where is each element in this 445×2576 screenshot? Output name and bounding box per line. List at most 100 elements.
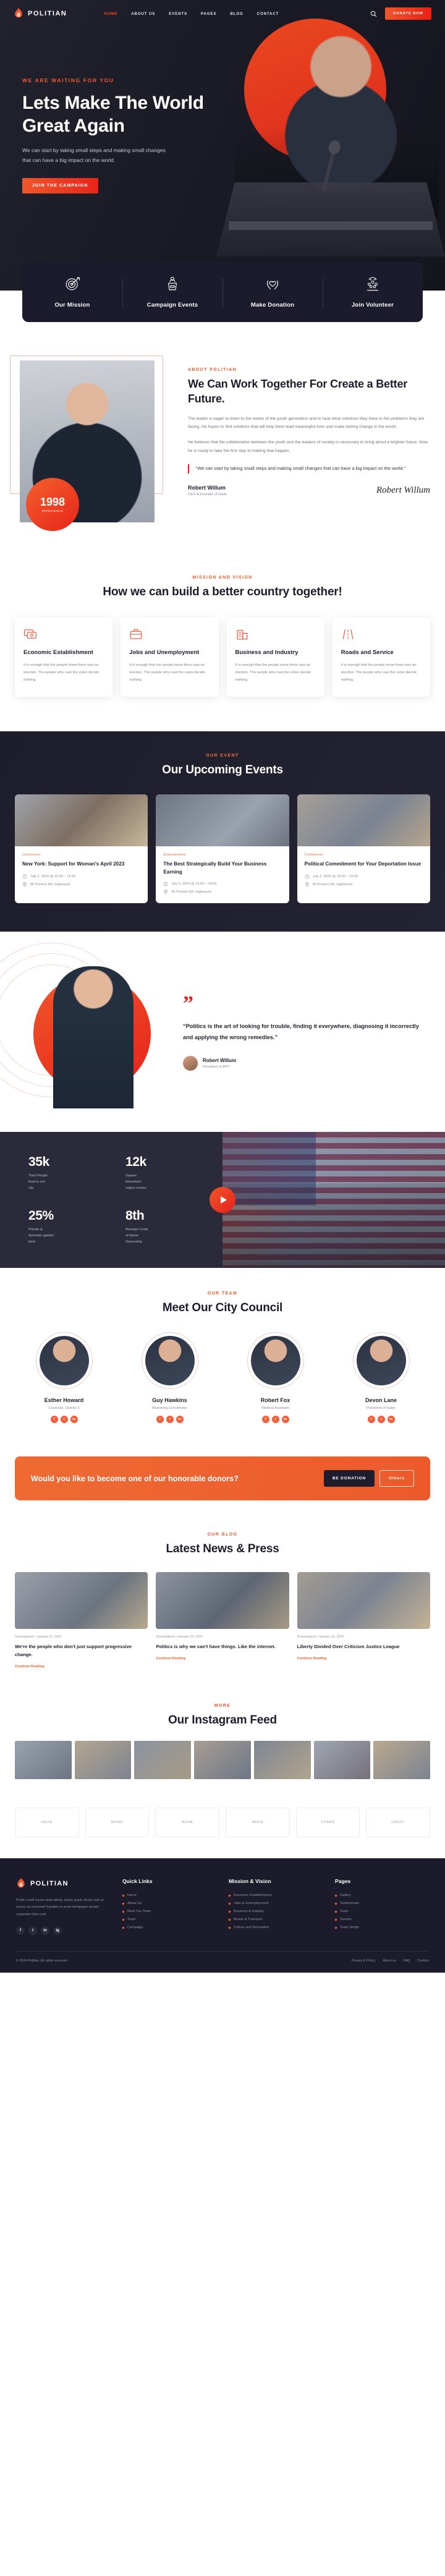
facebook-icon[interactable]: f [50,1416,58,1424]
mission-card[interactable]: Business and Industry It is enough that … [226,618,324,697]
continue-reading-link[interactable]: Continue Reading [156,1657,185,1660]
stat-label: Average Costs of Home Ownership [125,1228,148,1244]
nav-item-home[interactable]: HOME [104,12,117,16]
member-role: Medical Assistant [261,1406,289,1411]
footer-link[interactable]: Meet Our Team [122,1908,216,1916]
blog-post[interactable]: Screenplanet • January 10, 2024 Politics… [156,1572,289,1670]
instagram-tile[interactable] [313,1741,371,1780]
about-author: Robert Willum CEO & Founder of Hank [188,485,227,496]
twitter-icon[interactable]: t [28,1926,37,1936]
footer-link-label: Testimonials [340,1902,359,1905]
team-member[interactable]: Devon Lane President of Sales f t in [332,1332,430,1424]
brand-logo-item: CYBER [295,1808,360,1838]
quicklink-our-mission[interactable]: Our Mission [22,276,122,310]
mission-card-title: Jobs and Unemployment [129,649,200,656]
twitter-icon[interactable]: t [377,1416,385,1424]
money-card-icon [24,629,36,639]
brand-logos: HEXA MONO NOVA ARCH CYBER CREST [0,1798,445,1858]
footer-link-label: Economic Establishment [234,1894,272,1898]
instagram-tile[interactable] [373,1741,431,1780]
event-card[interactable]: Conference New York: Support for Woman's… [15,794,148,904]
facebook-icon[interactable]: f [367,1416,375,1424]
team-member[interactable]: Guy Hawkins Marketing Coordinator f t in [121,1332,219,1424]
quicklink-campaign-events[interactable]: Campaign Events [122,276,222,310]
donate-now-button[interactable]: DONATE NOW [385,7,431,20]
footer-link[interactable]: Business & Industry [228,1908,323,1916]
continue-reading-link[interactable]: Continue Reading [15,1665,44,1668]
quicklink-join-volunteer[interactable]: Join Volunteer [323,276,423,310]
event-location-row: 85 Preston Rd. Inglewood [305,882,423,887]
continue-reading-link[interactable]: Continue Reading [297,1657,327,1660]
instagram-tile[interactable] [253,1741,311,1780]
facebook-icon[interactable]: f [16,1926,25,1936]
footer-link[interactable]: Team [122,1916,216,1924]
footer-bottom-link[interactable]: About us [383,1959,396,1963]
event-image [297,794,430,846]
linkedin-icon[interactable]: in [41,1926,49,1936]
nav-item-about-us[interactable]: ABOUT US [131,12,155,16]
be-donation-button[interactable]: BE DONATION [323,1470,375,1487]
linkedin-icon[interactable]: in [281,1416,289,1424]
donate-cta: Would you like to become one of our hono… [15,1456,430,1501]
twitter-icon[interactable]: t [60,1416,68,1424]
quicklink-make-donation[interactable]: Make Donation [222,276,323,310]
event-card[interactable]: Conference Political Commitment for Your… [297,794,430,904]
footer-link[interactable]: Team [334,1908,429,1916]
footer-link[interactable]: Jobs & Unemployment [228,1900,323,1908]
instagram-tile[interactable] [74,1741,132,1780]
hero-title: Lets Make The World Great Again [22,93,204,136]
blog-post[interactable]: Screenplanet • January 10, 2024 Liberty … [297,1572,430,1670]
stat-number: 35k [28,1154,49,1169]
instagram-icon[interactable]: ig [53,1926,62,1936]
event-card[interactable]: Entertainment The Best Strategically Bui… [156,794,289,904]
footer-link[interactable]: Gallery [334,1892,429,1900]
footer-bottom-link[interactable]: FAQ [404,1959,410,1963]
search-icon[interactable] [370,11,377,17]
linkedin-icon[interactable]: in [387,1416,395,1424]
bullet-icon [228,1894,231,1897]
facebook-icon[interactable]: f [156,1416,164,1424]
linkedin-icon[interactable]: in [70,1416,78,1424]
mission-card[interactable]: Jobs and Unemployment It is enough that … [121,618,219,697]
linkedin-icon[interactable]: in [176,1416,184,1424]
footer-link[interactable]: Campaign [122,1924,216,1932]
mission-card[interactable]: Roads and Service It is enough that the … [332,618,430,697]
stats-list: 35k Total People lived in out city 12k S… [0,1132,222,1269]
stat-item: 8th Average Costs of Home Ownership [125,1200,222,1254]
instagram-heading: Our Instagram Feed [168,1714,277,1727]
instagram-tile[interactable] [15,1741,72,1780]
avatar [39,1336,89,1386]
mission-card-title: Roads and Service [341,649,394,656]
instagram-tile[interactable] [134,1741,192,1780]
footer-logo[interactable]: POLITIAN [16,1878,110,1889]
footer-link[interactable]: Roads & Transport [228,1916,323,1924]
footer-link[interactable]: Home [122,1892,216,1900]
brand-logo-item: ARCH [226,1808,290,1838]
footer-link[interactable]: Culture and Recreation [228,1924,323,1932]
others-button[interactable]: Others [379,1470,414,1487]
quote-mark-icon: ” [183,992,193,1016]
nav-item-blog[interactable]: BLOG [230,12,243,16]
blog-post[interactable]: Screenplanet • January 10, 2024 We're th… [15,1572,148,1670]
brand-logo[interactable]: POLITIAN [14,8,67,19]
bullet-icon [228,1902,231,1905]
nav-item-contact[interactable]: CONTACT [257,12,279,16]
instagram-tile[interactable] [194,1741,251,1780]
footer-link[interactable]: About Us [122,1900,216,1908]
twitter-icon[interactable]: t [166,1416,174,1424]
footer-link[interactable]: Service [334,1916,429,1924]
join-campaign-button[interactable]: JOIN THE CAMPAIGN [22,177,98,193]
footer-link[interactable]: Testimonials [334,1900,429,1908]
twitter-icon[interactable]: t [271,1416,279,1424]
nav-item-pages[interactable]: PAGES [201,12,216,16]
team-member[interactable]: Esther Howard Councilor, District 3 f t … [15,1332,113,1424]
footer-bottom-link[interactable]: Contact [417,1959,429,1963]
footer-link[interactable]: Economic Establishment [228,1892,323,1900]
team-member[interactable]: Robert Fox Medical Assistant f t in [226,1332,324,1424]
nav-item-events[interactable]: EVENTS [169,12,187,16]
footer-brand-name: POLITIAN [30,1880,69,1888]
mission-card[interactable]: Economic Establishment It is enough that… [15,618,113,697]
footer-bottom-link[interactable]: Privacy & Policy [352,1959,376,1963]
footer-link[interactable]: Team Single [334,1924,429,1932]
facebook-icon[interactable]: f [261,1416,269,1424]
